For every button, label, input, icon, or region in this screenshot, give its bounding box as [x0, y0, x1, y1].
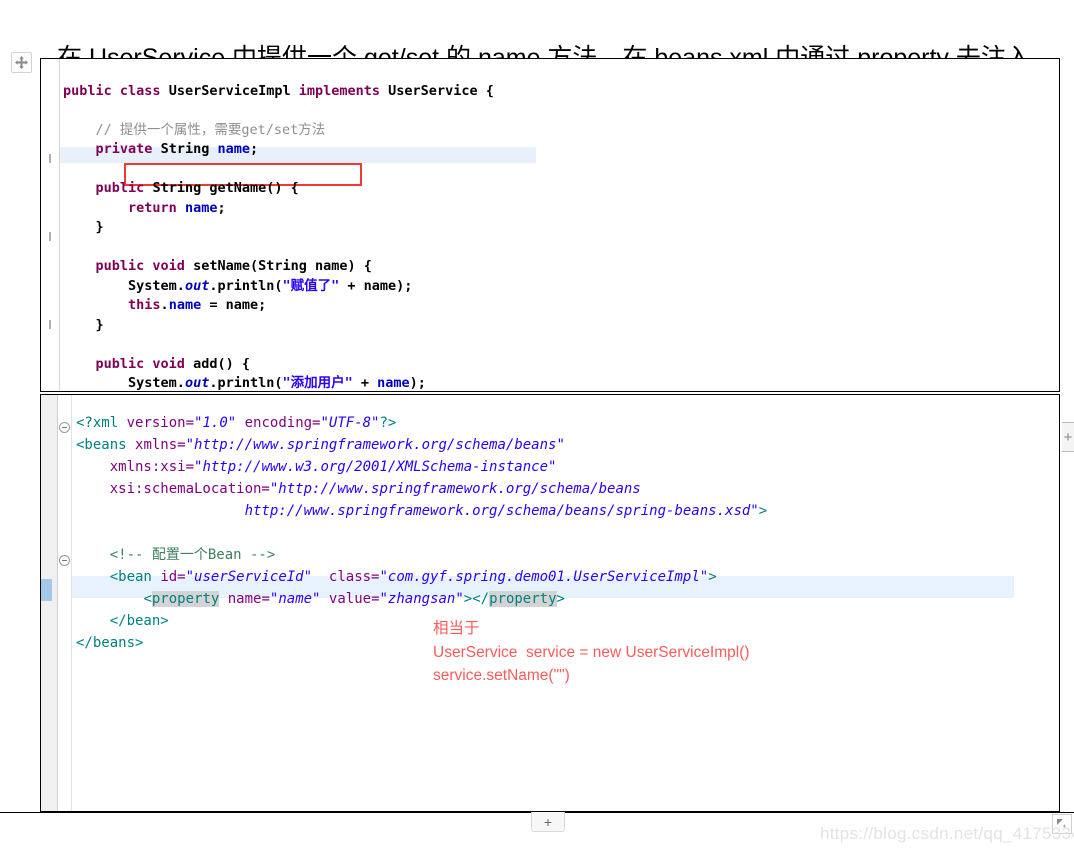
java-editor-gutter[interactable]	[41, 59, 60, 391]
xml-change-marker	[41, 579, 52, 601]
xml-folding-gutter[interactable]	[58, 395, 72, 811]
xml-editor-gutter[interactable]	[41, 395, 58, 811]
java-source-code[interactable]: public class UserServiceImpl implements …	[63, 82, 494, 392]
red-annotation: 相当于 UserService service = new UserServic…	[433, 617, 750, 688]
fold-toggle-bean[interactable]	[59, 555, 70, 566]
java-editor-panel[interactable]: public class UserServiceImpl implements …	[40, 58, 1060, 392]
move-handle-icon[interactable]	[11, 52, 32, 73]
expand-right-button[interactable]: +	[1062, 422, 1074, 452]
annotation-line-1: 相当于	[433, 620, 480, 637]
expand-bottom-button[interactable]: +	[531, 812, 565, 832]
watermark: https://blog.csdn.net/qq_41753340	[820, 824, 1074, 843]
java-gutter-marker	[49, 154, 51, 163]
java-gutter-marker	[49, 232, 51, 241]
java-gutter-marker	[49, 320, 51, 329]
annotation-line-2: UserService service = new UserServiceImp…	[433, 643, 750, 661]
fold-toggle-beans[interactable]	[59, 422, 70, 433]
title-bar: 在 UserService 中提供一个 get/set 的 name 方法，在 …	[0, 20, 1074, 73]
annotation-line-3: service.setName("")	[433, 667, 570, 684]
move-arrows-icon	[15, 56, 28, 69]
xml-editor-panel[interactable]: <?xml version="1.0" encoding="UTF-8"?> <…	[40, 394, 1060, 812]
